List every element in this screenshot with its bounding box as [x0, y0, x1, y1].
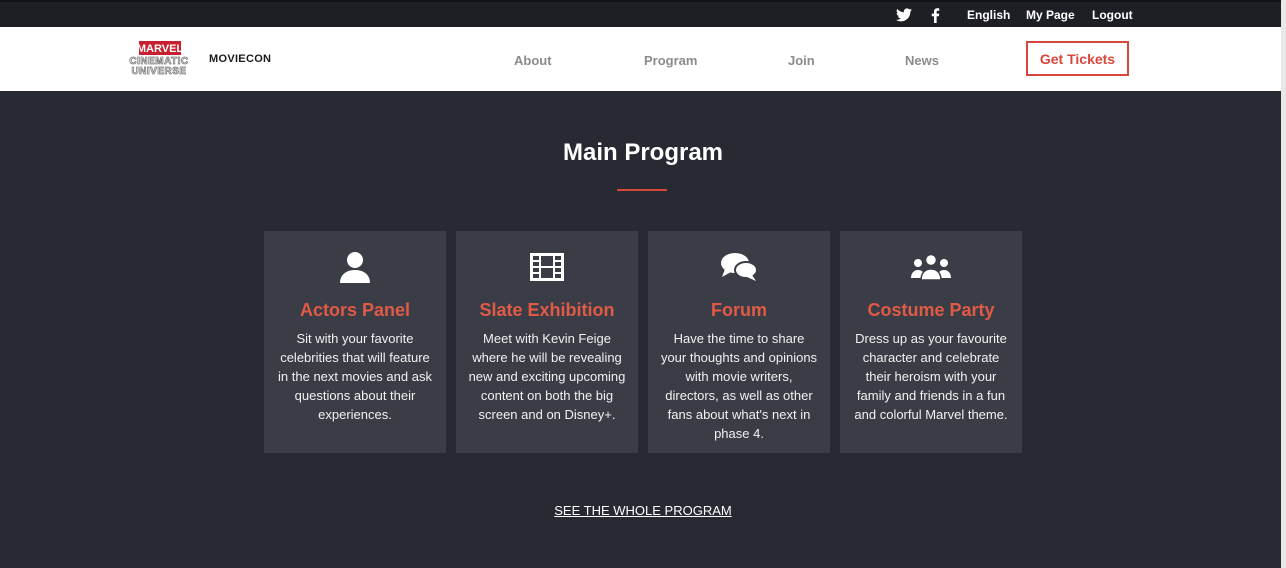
nav-about[interactable]: About: [514, 53, 552, 68]
marvel-logo[interactable]: MARVEL CINEMATIC UNIVERSE: [120, 41, 198, 77]
card-description: Have the time to share your thoughts and…: [660, 331, 818, 441]
section-title: Main Program: [562, 139, 724, 166]
card-title: Costume Party: [867, 300, 995, 320]
program-card-costume-party: Costume Party Dress up as your favourite…: [840, 231, 1022, 453]
twitter-icon[interactable]: [895, 7, 913, 23]
card-description: Sit with your favorite celebrities that …: [278, 331, 432, 422]
program-card-actors-panel: Actors Panel Sit with your favorite cele…: [264, 231, 446, 453]
top-bar: English My Page Logout: [0, 0, 1286, 27]
card-description: Dress up as your favourite character and…: [854, 331, 1008, 422]
card-title: Slate Exhibition: [479, 300, 615, 320]
brand-name[interactable]: MOVIECON: [209, 53, 271, 65]
svg-text:MARVEL: MARVEL: [137, 43, 184, 55]
title-divider: [617, 189, 667, 191]
comments-icon: [648, 251, 830, 283]
svg-text:UNIVERSE: UNIVERSE: [131, 66, 186, 75]
nav-news[interactable]: News: [905, 53, 939, 68]
program-card-slate-exhibition: Slate Exhibition Meet with Kevin Feige w…: [456, 231, 638, 453]
program-card-forum: Forum Have the time to share your though…: [648, 231, 830, 453]
group-icon: [840, 251, 1022, 283]
card-title: Actors Panel: [299, 300, 411, 320]
language-link[interactable]: English: [967, 8, 1010, 22]
facebook-icon[interactable]: [926, 7, 944, 23]
logout-link[interactable]: Logout: [1092, 8, 1133, 22]
see-all-wrapper: SEE THE WHOLE PROGRAM: [0, 502, 1286, 520]
my-page-link[interactable]: My Page: [1026, 8, 1075, 22]
user-icon: [264, 251, 446, 283]
main-nav: MARVEL CINEMATIC UNIVERSE MOVIECON About…: [0, 27, 1286, 91]
card-title: Forum: [711, 300, 767, 320]
film-icon: [456, 251, 638, 283]
card-description: Meet with Kevin Feige where he will be r…: [468, 331, 626, 422]
nav-program[interactable]: Program: [644, 53, 697, 68]
get-tickets-button[interactable]: Get Tickets: [1026, 41, 1129, 76]
page-scrollbar[interactable]: [1281, 0, 1286, 568]
nav-join[interactable]: Join: [788, 53, 815, 68]
see-whole-program-link[interactable]: SEE THE WHOLE PROGRAM: [554, 503, 731, 518]
